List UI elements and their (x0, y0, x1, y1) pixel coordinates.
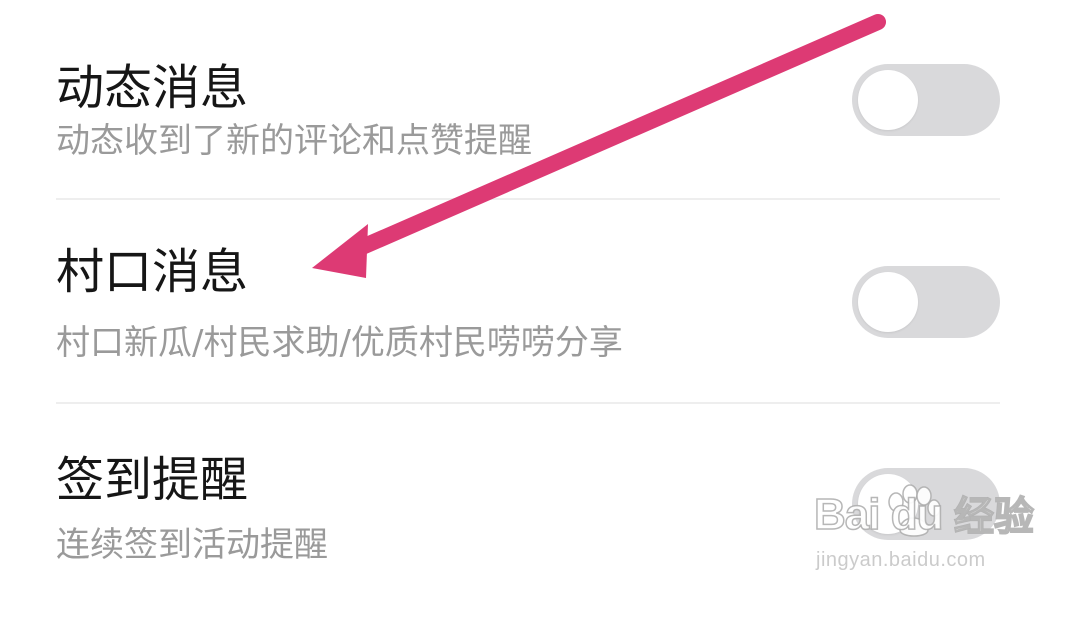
setting-subtitle: 村口新瓜/村民求助/优质村民唠唠分享 (56, 323, 623, 363)
setting-subtitle: 动态收到了新的评论和点赞提醒 (56, 121, 532, 161)
setting-row-checkin-reminder[interactable]: 签到提醒 连续签到活动提醒 (56, 430, 1000, 630)
toggle-knob (858, 70, 918, 130)
divider (56, 198, 1000, 200)
checkin-reminder-toggle[interactable] (852, 468, 1000, 540)
setting-subtitle: 连续签到活动提醒 (56, 525, 328, 565)
setting-title: 村口消息 (56, 244, 249, 300)
notification-settings-list: 动态消息 动态收到了新的评论和点赞提醒 村口消息 村口新瓜/村民求助/优质村民唠… (0, 0, 1066, 599)
village-messages-toggle[interactable] (852, 266, 1000, 338)
setting-row-dynamic-messages[interactable]: 动态消息 动态收到了新的评论和点赞提醒 (56, 40, 1000, 240)
setting-row-village-messages[interactable]: 村口消息 村口新瓜/村民求助/优质村民唠唠分享 (56, 220, 1000, 420)
setting-title: 签到提醒 (56, 452, 249, 508)
dynamic-messages-toggle[interactable] (852, 64, 1000, 136)
setting-title: 动态消息 (56, 60, 249, 116)
toggle-knob (858, 474, 918, 534)
divider (56, 402, 1000, 404)
toggle-knob (858, 272, 918, 332)
